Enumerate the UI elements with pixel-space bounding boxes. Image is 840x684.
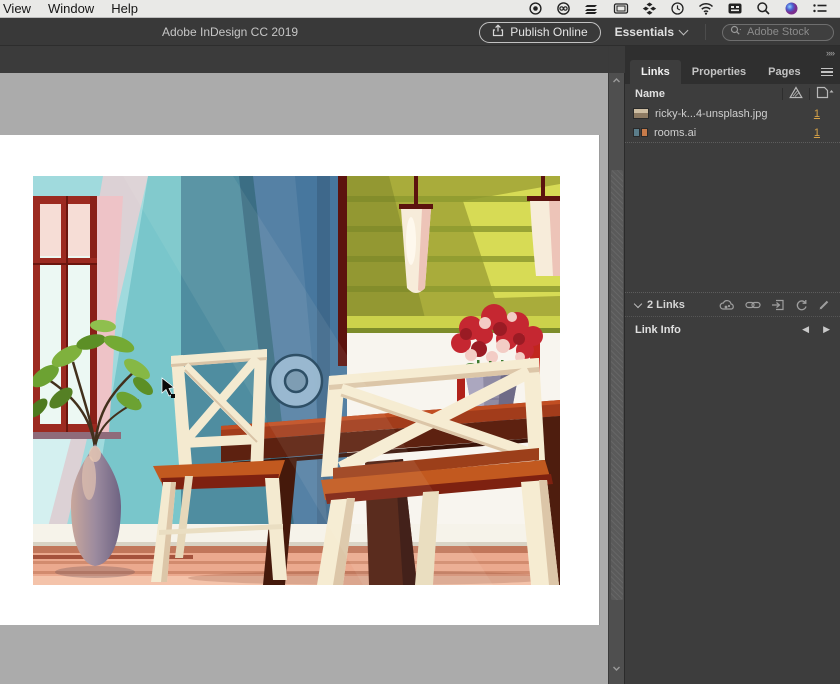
name-column-label: Name (635, 88, 665, 100)
link-thumbnail (633, 108, 649, 119)
menu-window[interactable]: Window (44, 1, 107, 16)
panel-tabs: Links Properties Pages (625, 60, 840, 84)
spotlight-icon[interactable] (756, 1, 771, 16)
notification-center-icon[interactable] (812, 2, 828, 15)
menu-help[interactable]: Help (107, 1, 151, 16)
panel-menu-icon[interactable] (821, 60, 840, 84)
macos-menubar: View Window Help (0, 0, 840, 18)
app-titlebar: Adobe InDesign CC 2019 Publish Online Es… (0, 18, 840, 46)
workspace-switcher[interactable]: Essentials (615, 25, 691, 39)
loading-spinner (268, 353, 324, 409)
update-link-icon[interactable] (795, 299, 808, 311)
relink-icon[interactable] (745, 300, 761, 310)
edit-original-icon[interactable] (818, 299, 830, 311)
placed-image-illustration[interactable] (33, 176, 560, 585)
link-name: ricky-k...4-unsplash.jpg (655, 107, 768, 120)
time-machine-icon[interactable] (670, 1, 685, 16)
publish-online-button[interactable]: Publish Online (479, 21, 601, 43)
scrollbar-thumb[interactable] (611, 170, 623, 600)
link-info-section: Link Info ◀ ▶ (625, 316, 840, 342)
siri-icon[interactable] (784, 1, 799, 16)
window-title: Adobe InDesign CC 2019 (161, 25, 299, 39)
input-source-icon[interactable] (727, 1, 743, 16)
go-to-link-icon[interactable] (771, 299, 785, 311)
scroll-up-icon[interactable] (612, 76, 621, 85)
stack-icon[interactable] (584, 1, 600, 16)
previous-link-icon[interactable]: ◀ (788, 324, 809, 335)
link-thumbnail (633, 128, 648, 137)
indesign-app-window: View Window Help Adobe InDesign CC 2019 … (0, 0, 840, 684)
link-row[interactable]: ricky-k...4-unsplash.jpg 1 (625, 104, 840, 123)
chevron-down-icon (678, 25, 689, 36)
menu-view[interactable]: View (0, 1, 44, 16)
link-page-number[interactable]: 1 (814, 127, 820, 139)
link-name: rooms.ai (654, 126, 697, 139)
link-info-empty-area (625, 342, 840, 684)
links-panel: »» Links Properties Pages Name ricky-k..… (624, 46, 840, 684)
page-sort-icon[interactable] (816, 86, 834, 102)
tab-properties[interactable]: Properties (681, 60, 757, 84)
share-upload-icon (492, 24, 504, 40)
links-footer: 2 Links (625, 292, 840, 316)
adobe-stock-search[interactable]: Adobe Stock (722, 23, 834, 41)
collapse-panel-icon[interactable]: »» (826, 48, 835, 58)
canvas-vertical-scrollbar[interactable] (608, 46, 625, 684)
publish-online-label: Publish Online (510, 25, 588, 39)
chevron-down-icon[interactable] (633, 299, 643, 308)
panel-topstrip: »» (625, 46, 840, 60)
link-row[interactable]: rooms.ai 1 (625, 123, 840, 142)
next-link-icon[interactable]: ▶ (809, 324, 830, 335)
toolbar-divider (705, 24, 706, 40)
mouse-cursor (160, 377, 178, 399)
links-list-empty-area (625, 143, 840, 292)
link-page-number[interactable]: 1 (814, 108, 820, 120)
link-info-label: Link Info (635, 323, 681, 336)
document-canvas[interactable] (0, 46, 608, 684)
warning-icon (789, 86, 803, 102)
links-count: 2 Links (647, 298, 685, 311)
dropbox-icon[interactable] (642, 1, 657, 16)
scrollbar-cap (609, 46, 625, 73)
creative-cloud-icon[interactable] (556, 1, 571, 16)
record-icon[interactable] (528, 1, 543, 16)
tab-pages[interactable]: Pages (757, 60, 811, 84)
tab-links[interactable]: Links (630, 60, 681, 84)
scroll-down-icon[interactable] (612, 664, 621, 673)
search-icon (730, 25, 742, 39)
workspace-label: Essentials (614, 25, 674, 39)
wifi-icon[interactable] (698, 2, 714, 15)
chrome-band (0, 46, 608, 73)
cc-libraries-icon[interactable] (719, 299, 735, 311)
search-placeholder: Adobe Stock (747, 26, 810, 38)
display-icon[interactable] (613, 1, 629, 16)
links-column-header: Name (625, 84, 840, 104)
